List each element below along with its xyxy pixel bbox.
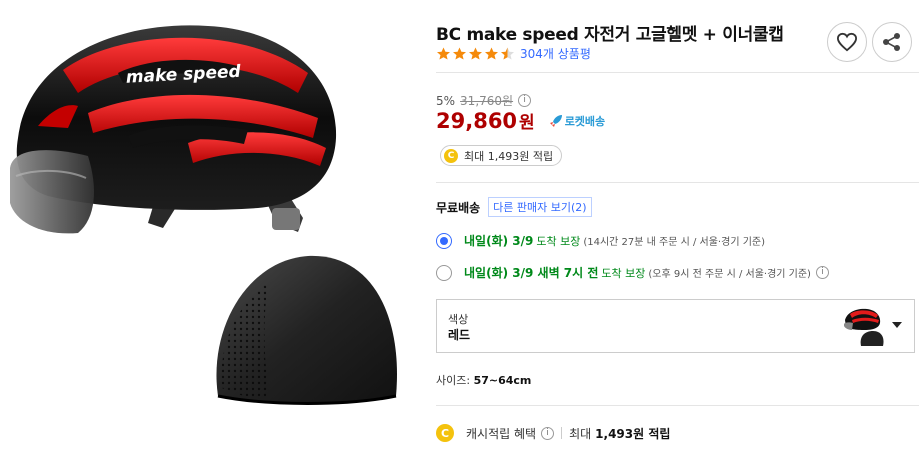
delivery-note: (14시간 27분 내 주문 시 / 서울·경기 기준) — [583, 237, 765, 248]
rocket-icon — [549, 115, 562, 127]
cashback-text: 최대 1,493원 적립 — [464, 149, 554, 163]
cash-coin-icon: C — [436, 424, 454, 442]
delivery-guarantee: 도착 보장 — [536, 234, 581, 248]
product-title: BC make speed 자전거 고글헬멧 + 이너쿨캡 — [436, 25, 784, 45]
delivery-option[interactable]: 내일(화) 3/9 새벽 7시 전 도착 보장 (오후 9시 전 주문 시 / … — [436, 264, 829, 281]
price-row: 29,860 원 로켓배송 — [436, 108, 605, 133]
cash-benefit-row: C 캐시적립 혜택 i 최대 1,493원 적립 — [436, 424, 670, 442]
delivery-day: 내일(화) 3/9 — [464, 234, 534, 248]
delivery-guarantee: 도착 보장 — [601, 266, 646, 280]
free-shipping-label: 무료배송 — [436, 200, 481, 215]
discount-rate: 5% — [436, 93, 456, 108]
discount-row: 5% 31,760원 i — [436, 92, 532, 109]
option-thumbnail — [844, 308, 884, 346]
separator — [561, 427, 563, 439]
divider — [436, 182, 919, 183]
info-icon[interactable]: i — [815, 266, 829, 279]
other-sellers-button[interactable]: 다른 판매자 보기(2) — [488, 197, 592, 217]
delivery-day: 내일(화) 3/9 새벽 7시 전 — [464, 266, 599, 280]
rocket-label: 로켓배송 — [564, 115, 606, 128]
cashback-badge: C 최대 1,493원 적립 — [440, 145, 563, 166]
original-price: 31,760원 — [460, 94, 514, 108]
divider — [436, 72, 919, 73]
share-button[interactable] — [872, 22, 912, 62]
size-label: 사이즈: — [436, 374, 471, 387]
delivery-option[interactable]: 내일(화) 3/9 도착 보장 (14시간 27분 내 주문 시 / 서울·경기… — [436, 232, 765, 249]
product-image[interactable]: make speed — [0, 0, 420, 449]
option-label: 색상 — [448, 313, 469, 326]
size-row: 사이즈: 57~64cm — [436, 372, 531, 388]
cash-coin-icon: C — [444, 148, 458, 163]
star-icon — [452, 46, 467, 61]
color-option-select[interactable]: 색상 레드 — [436, 299, 915, 353]
info-icon[interactable]: i — [541, 426, 555, 440]
size-value: 57~64cm — [473, 374, 532, 387]
price-unit: 원 — [519, 113, 535, 133]
share-icon — [883, 33, 900, 51]
delivery-radio[interactable] — [436, 232, 452, 249]
chevron-down-icon — [892, 322, 902, 328]
star-icon — [436, 46, 451, 61]
info-icon[interactable]: i — [518, 94, 532, 107]
option-value: 레드 — [448, 328, 471, 342]
rating-stars[interactable] — [436, 46, 516, 61]
benefit-label: 캐시적립 혜택 — [466, 426, 537, 441]
inner-cap-image — [216, 255, 397, 405]
delivery-radio[interactable] — [436, 264, 452, 281]
delivery-note: (오후 9시 전 주문 시 / 서울·경기 기준) — [648, 269, 811, 280]
star-icon — [484, 46, 499, 61]
rating-row: 304개 상품평 — [436, 45, 591, 61]
product-info: BC make speed 자전거 고글헬멧 + 이너쿨캡 304개 상품평 5… — [436, 0, 919, 449]
helmet-image: make speed — [10, 25, 337, 234]
sale-price: 29,860 — [436, 109, 518, 133]
shipping-row: 무료배송 다른 판매자 보기(2) — [436, 197, 592, 217]
star-icon — [500, 46, 515, 61]
divider — [436, 405, 919, 406]
rocket-delivery-badge: 로켓배송 — [549, 113, 605, 129]
benefit-max-value: 1,493원 적립 — [595, 426, 671, 441]
star-icon — [468, 46, 483, 61]
review-count-link[interactable]: 304개 상품평 — [520, 45, 591, 62]
heart-icon — [836, 32, 858, 52]
benefit-max-label: 최대 — [569, 426, 592, 441]
wishlist-button[interactable] — [827, 22, 867, 62]
